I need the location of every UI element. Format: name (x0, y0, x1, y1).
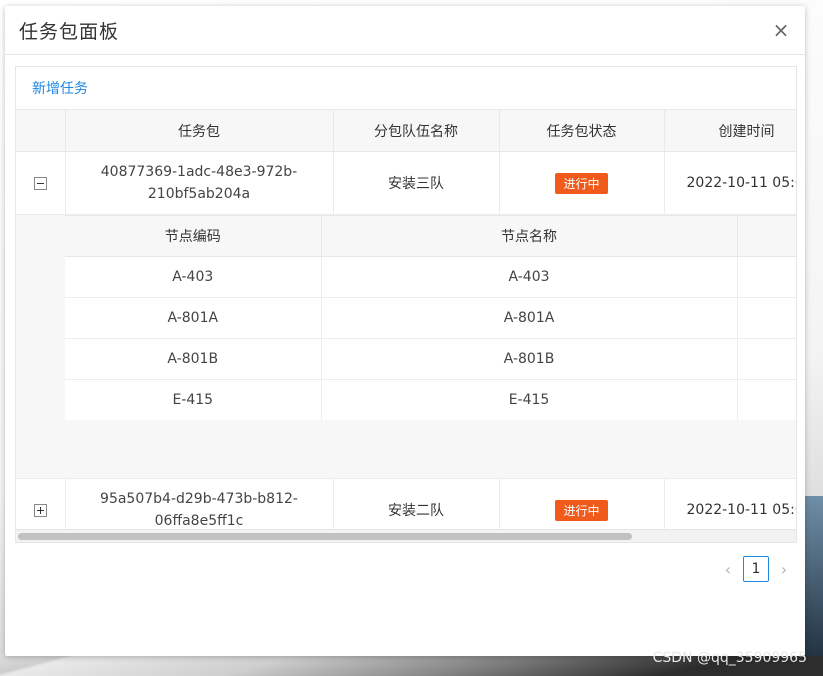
column-header-team[interactable]: 分包队伍名称 (333, 109, 500, 152)
modal-header: 任务包面板 × (5, 6, 805, 55)
status-badge: 进行中 (555, 172, 608, 194)
nested-container: 节点编码 节点名称 A-403 A-403 A-801A A-801A A-80… (65, 214, 796, 479)
pagination: ‹ 1 › (719, 556, 793, 582)
task-table-wrapper: 任务包 分包队伍名称 任务包状态 创建时间 40877369-1adc-48e3… (16, 109, 796, 542)
collapse-icon[interactable] (33, 176, 47, 190)
node-name: A-801A (321, 297, 738, 339)
watermark: CSDN @qq_35909965 (652, 650, 807, 666)
task-package-modal: 任务包面板 × 新增任务 任务包 分包队伍名称 任务包状态 创建时间 40877… (5, 6, 805, 656)
column-header-node-extra (737, 215, 796, 257)
table-header-row: 任务包 分包队伍名称 任务包状态 创建时间 (16, 109, 796, 152)
list-item[interactable]: A-801B A-801B (65, 338, 796, 380)
node-table: 节点编码 节点名称 A-403 A-403 A-801A A-801A A-80… (65, 215, 796, 420)
node-extra (737, 256, 796, 298)
next-page-icon[interactable]: › (775, 560, 793, 579)
expand-icon[interactable] (33, 503, 47, 517)
list-item[interactable]: A-801A A-801A (65, 297, 796, 339)
table-row[interactable]: 40877369-1adc-48e3-972b- 210bf5ab204a 安装… (16, 151, 796, 215)
add-task-button[interactable]: 新增任务 (32, 78, 88, 98)
node-extra (737, 338, 796, 380)
column-header-node-code[interactable]: 节点编码 (65, 215, 322, 257)
scrollbar-thumb[interactable] (18, 533, 632, 540)
nested-indent (16, 214, 65, 479)
column-header-created[interactable]: 创建时间 (664, 109, 796, 152)
page-number-button[interactable]: 1 (743, 556, 769, 582)
node-code: A-403 (65, 256, 322, 298)
node-name: A-801B (321, 338, 738, 380)
close-icon[interactable]: × (769, 20, 793, 40)
package-id-cell: 40877369-1adc-48e3-972b- 210bf5ab204a (65, 151, 334, 215)
nested-spacer (65, 420, 796, 478)
status-badge: 进行中 (555, 499, 608, 521)
modal-title: 任务包面板 (19, 20, 120, 43)
expander-header (16, 109, 66, 152)
node-name: A-403 (321, 256, 738, 298)
node-name: E-415 (321, 379, 738, 420)
package-id-line2: 210bf5ab204a (147, 186, 251, 202)
expander-cell (16, 151, 66, 215)
prev-page-icon[interactable]: ‹ (719, 560, 737, 579)
column-header-package[interactable]: 任务包 (65, 109, 334, 152)
node-extra (737, 379, 796, 420)
team-cell: 安装三队 (333, 151, 500, 215)
task-table: 任务包 分包队伍名称 任务包状态 创建时间 40877369-1adc-48e3… (16, 109, 796, 542)
created-cell: 2022-10-11 05:0 (664, 151, 796, 215)
horizontal-scrollbar[interactable] (16, 529, 796, 542)
panel-toolbar: 新增任务 (16, 67, 796, 109)
task-panel: 新增任务 任务包 分包队伍名称 任务包状态 创建时间 40877369-1adc… (15, 66, 797, 543)
column-header-status[interactable]: 任务包状态 (499, 109, 665, 152)
list-item[interactable]: A-403 A-403 (65, 256, 796, 298)
list-item[interactable]: E-415 E-415 (65, 379, 796, 420)
node-code: A-801A (65, 297, 322, 339)
package-id-line1: 40877369-1adc-48e3-972b- (100, 164, 298, 180)
nested-row: 节点编码 节点名称 A-403 A-403 A-801A A-801A A-80… (16, 214, 796, 479)
package-id-line1: 95a507b4-d29b-473b-b812- (100, 491, 298, 507)
node-code: E-415 (65, 379, 322, 420)
column-header-node-name[interactable]: 节点名称 (321, 215, 738, 257)
node-extra (737, 297, 796, 339)
node-code: A-801B (65, 338, 322, 380)
node-header-row: 节点编码 节点名称 (65, 215, 796, 257)
status-cell: 进行中 (499, 151, 665, 215)
